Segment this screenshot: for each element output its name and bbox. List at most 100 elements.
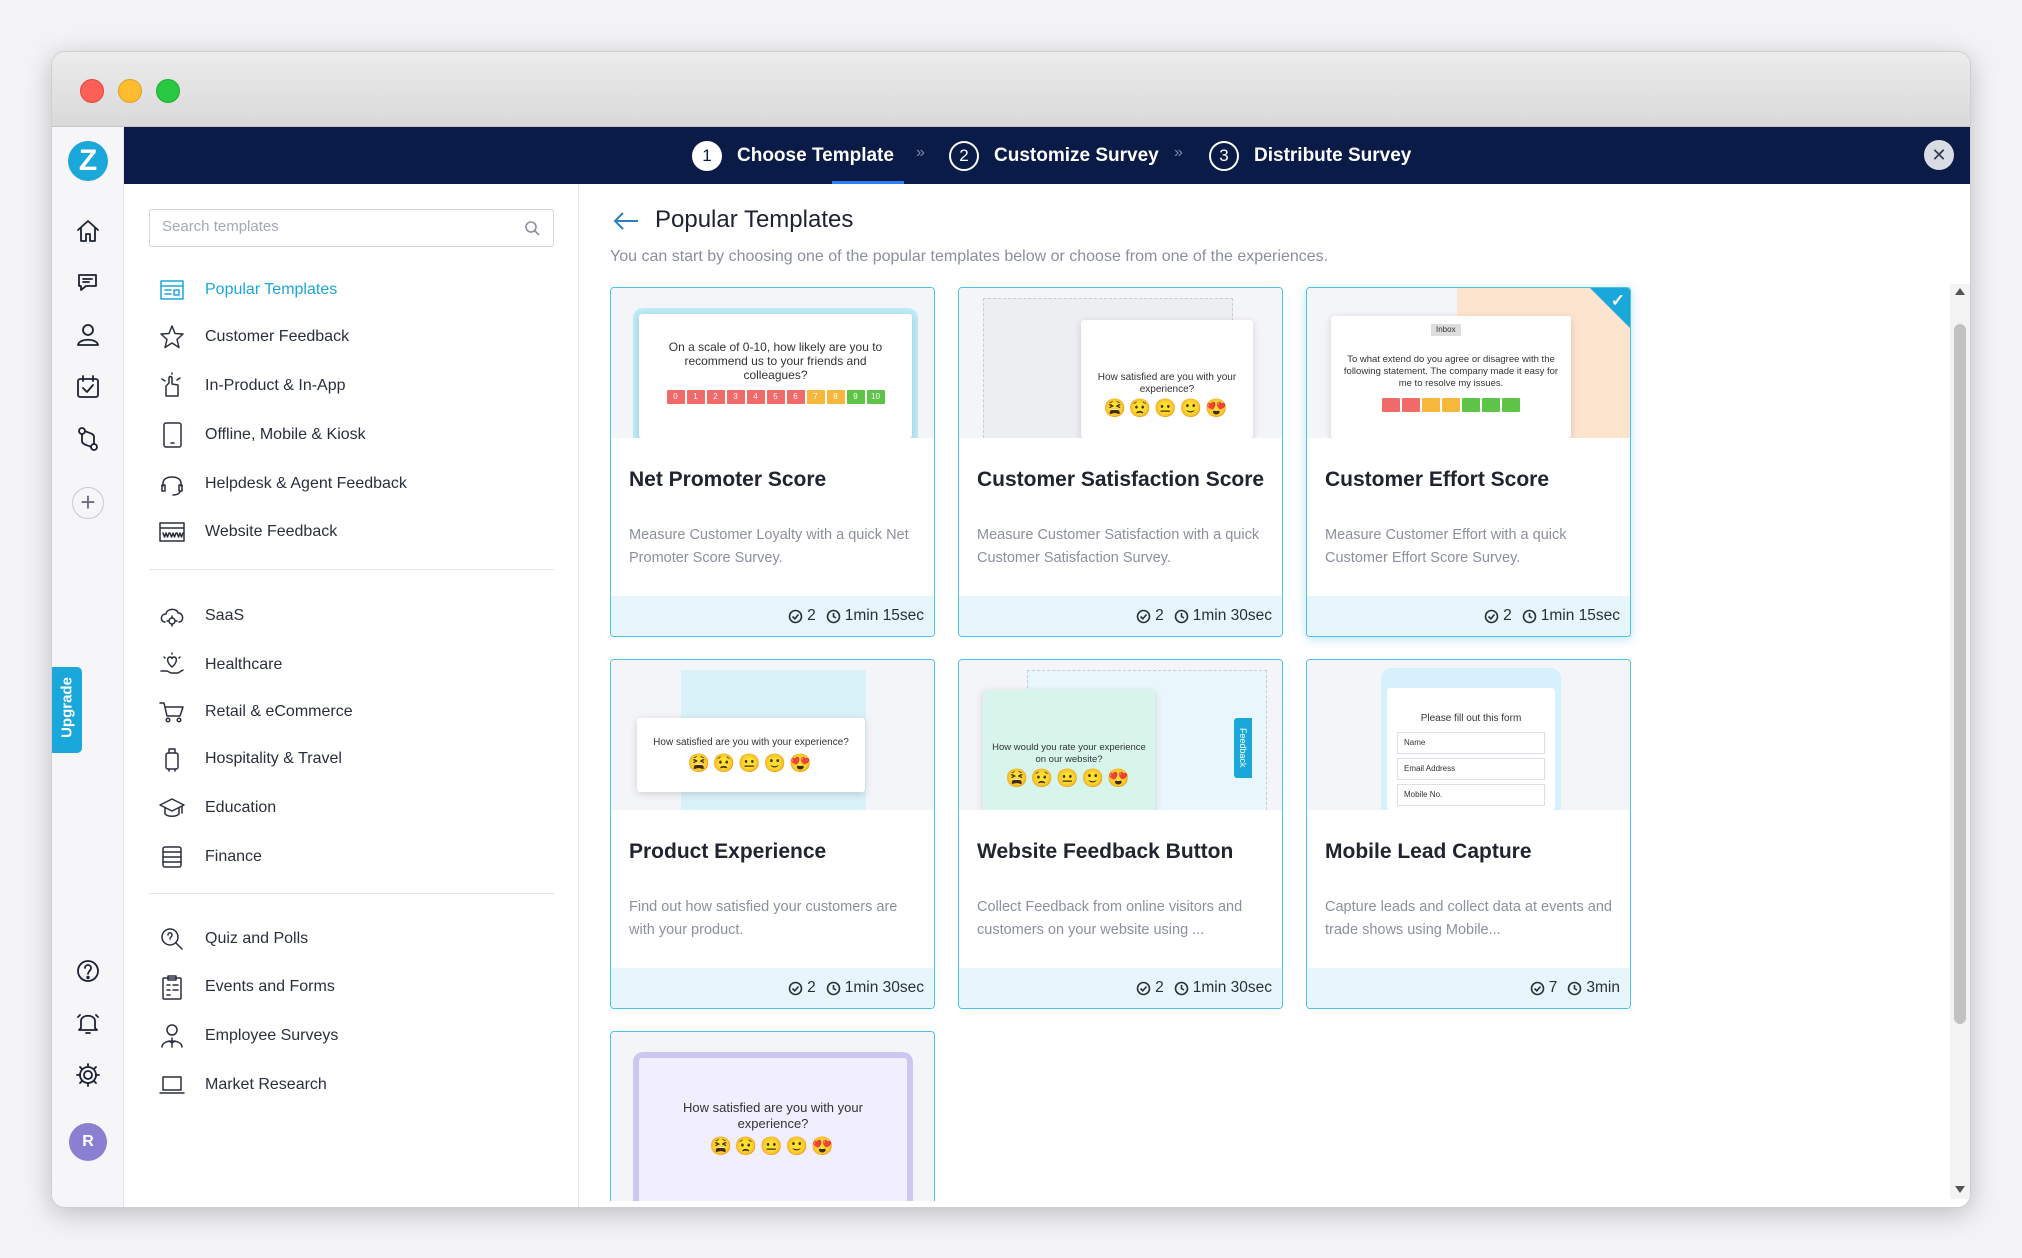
preview-question: How would you rate your experience on ou… — [992, 742, 1146, 765]
step-number: 1 — [692, 140, 722, 171]
step-label: Choose Template — [737, 144, 894, 166]
template-card-mobile-lead-capture[interactable]: Please fill out this form Name Email Add… — [1306, 659, 1631, 1009]
sidebar-item-hospitality[interactable]: Hospitality & Travel — [157, 741, 342, 777]
tasks-calendar-icon[interactable] — [74, 373, 102, 401]
template-card-ces[interactable]: Inbox To what extend do you agree or dis… — [1306, 287, 1631, 637]
sidebar-item-in-product[interactable]: In-Product & In-App — [157, 368, 346, 404]
upgrade-button[interactable]: Upgrade — [52, 667, 82, 753]
step-label: Distribute Survey — [1254, 144, 1412, 166]
search-box — [149, 209, 554, 247]
page-subtitle: You can start by choosing one of the pop… — [610, 248, 1329, 265]
nps-scale-option: 1 — [686, 390, 705, 404]
notifications-bell-icon[interactable] — [74, 1009, 102, 1037]
nps-scale-option: 7 — [806, 390, 825, 404]
search-icon[interactable] — [524, 220, 541, 237]
product-experience-preview: How satisfied are you with your experien… — [637, 718, 865, 792]
template-card-product-experience[interactable]: How satisfied are you with your experien… — [610, 659, 935, 1009]
employee-icon — [157, 1021, 187, 1051]
questions-count: 2 — [1136, 607, 1164, 625]
sidebar-item-retail[interactable]: Retail & eCommerce — [157, 694, 353, 730]
nps-scale-option: 4 — [746, 390, 765, 404]
template-card-nps[interactable]: On a scale of 0-10, how likely are you t… — [610, 287, 935, 637]
search-input[interactable] — [162, 218, 502, 235]
card-footer: 2 1min 15sec — [1307, 596, 1630, 636]
sidebar-item-popular-templates[interactable]: Popular Templates — [157, 272, 337, 308]
nps-scale-option: 0 — [666, 390, 685, 404]
luggage-icon — [157, 744, 187, 774]
step-distribute-survey[interactable]: 3 Distribute Survey — [1209, 127, 1411, 184]
duration: 1min 30sec — [1174, 979, 1272, 997]
nps-preview: On a scale of 0-10, how likely are you t… — [639, 314, 912, 438]
nps-scale-option: 3 — [726, 390, 745, 404]
emoji-rating: 😫😟😐🙂😍 — [709, 1136, 837, 1156]
workflow-icon[interactable] — [74, 425, 102, 453]
maximize-window-button[interactable] — [156, 79, 180, 103]
sidebar-item-quiz-polls[interactable]: Quiz and Polls — [157, 921, 308, 957]
chevron-right-icon: » — [916, 144, 925, 161]
close-wizard-button[interactable]: ✕ — [1924, 140, 1954, 170]
sidebar-item-education[interactable]: Education — [157, 790, 276, 826]
sidebar-item-saas[interactable]: SaaS — [157, 598, 244, 634]
card-title: Customer Effort Score — [1325, 468, 1550, 491]
scroll-up-icon[interactable] — [1955, 288, 1965, 295]
cart-icon — [157, 697, 187, 727]
zoho-logo[interactable]: Z — [68, 141, 108, 181]
check-circle-icon — [1136, 981, 1151, 995]
nps-scale-option: 9 — [846, 390, 865, 404]
sidebar-item-employee-surveys[interactable]: Employee Surveys — [157, 1018, 338, 1054]
card-footer: 7 3min — [1307, 968, 1630, 1008]
ces-preview: Inbox To what extend do you agree or dis… — [1331, 316, 1571, 438]
scrollbar-thumb[interactable] — [1954, 324, 1966, 1024]
close-window-button[interactable] — [80, 79, 104, 103]
template-thumbnail: How would you rate your experience on ou… — [959, 660, 1282, 810]
sidebar-item-website-feedback[interactable]: Website Feedback — [157, 514, 337, 550]
help-icon[interactable] — [74, 957, 102, 985]
title-bar — [52, 52, 1970, 127]
user-avatar[interactable]: R — [69, 1123, 107, 1161]
sidebar-item-healthcare[interactable]: Healthcare — [157, 647, 282, 683]
minimize-window-button[interactable] — [118, 79, 142, 103]
template-card-partial[interactable]: How satisfied are you with your experien… — [610, 1031, 935, 1201]
card-description: Capture leads and collect data at events… — [1325, 899, 1612, 938]
app-window: Z + Upgrade R 1 Choose Template » 2 Cust… — [51, 51, 1971, 1208]
sidebar-item-events-forms[interactable]: Events and Forms — [157, 969, 335, 1005]
preview-question: How satisfied are you with your experien… — [1097, 372, 1237, 395]
nps-scale-option: 10 — [866, 390, 885, 404]
duration-value: 1min 30sec — [1192, 979, 1272, 996]
questions-value: 2 — [1503, 607, 1512, 624]
emoji-rating: 😫😟😐🙂😍 — [687, 753, 815, 773]
sidebar-item-label: Retail & eCommerce — [205, 703, 353, 720]
sidebar-divider — [149, 569, 554, 570]
settings-gear-icon[interactable] — [74, 1061, 102, 1089]
sidebar-item-market-research[interactable]: Market Research — [157, 1067, 327, 1103]
sidebar-item-customer-feedback[interactable]: Customer Feedback — [157, 319, 349, 355]
duration: 1min 30sec — [826, 979, 924, 997]
lead-form-preview: Please fill out this form Name Email Add… — [1387, 688, 1555, 810]
graduation-cap-icon — [157, 793, 187, 823]
duration-value: 1min 30sec — [844, 979, 924, 996]
feedback-chat-icon[interactable] — [74, 269, 102, 297]
questions-value: 2 — [807, 607, 816, 624]
inbox-tag: Inbox — [1431, 324, 1461, 336]
template-card-csat[interactable]: How satisfied are you with your experien… — [958, 287, 1283, 637]
sidebar-divider — [149, 893, 554, 894]
home-icon[interactable] — [74, 217, 102, 245]
template-card-website-feedback-button[interactable]: How would you rate your experience on ou… — [958, 659, 1283, 1009]
questions-value: 2 — [1155, 979, 1164, 996]
add-icon[interactable]: + — [72, 487, 104, 519]
sidebar-item-finance[interactable]: Finance — [157, 839, 262, 875]
card-description: Measure Customer Effort with a quick Cus… — [1325, 527, 1567, 566]
sidebar-item-offline-mobile-kiosk[interactable]: Offline, Mobile & Kiosk — [157, 417, 366, 453]
sidebar-item-helpdesk[interactable]: Helpdesk & Agent Feedback — [157, 466, 407, 502]
preview-form-title: Please fill out this form — [1420, 713, 1522, 724]
back-arrow-icon[interactable] — [612, 210, 640, 232]
template-thumbnail: How satisfied are you with your experien… — [611, 660, 934, 810]
in-app-icon — [157, 371, 187, 401]
csat-preview: How satisfied are you with your experien… — [639, 1058, 907, 1201]
scroll-down-icon[interactable] — [1955, 1186, 1965, 1193]
quiz-icon — [157, 924, 187, 954]
tablet-icon — [157, 420, 187, 450]
step-choose-template[interactable]: 1 Choose Template — [692, 127, 894, 184]
step-customize-survey[interactable]: 2 Customize Survey — [949, 127, 1159, 184]
contacts-icon[interactable] — [74, 321, 102, 349]
